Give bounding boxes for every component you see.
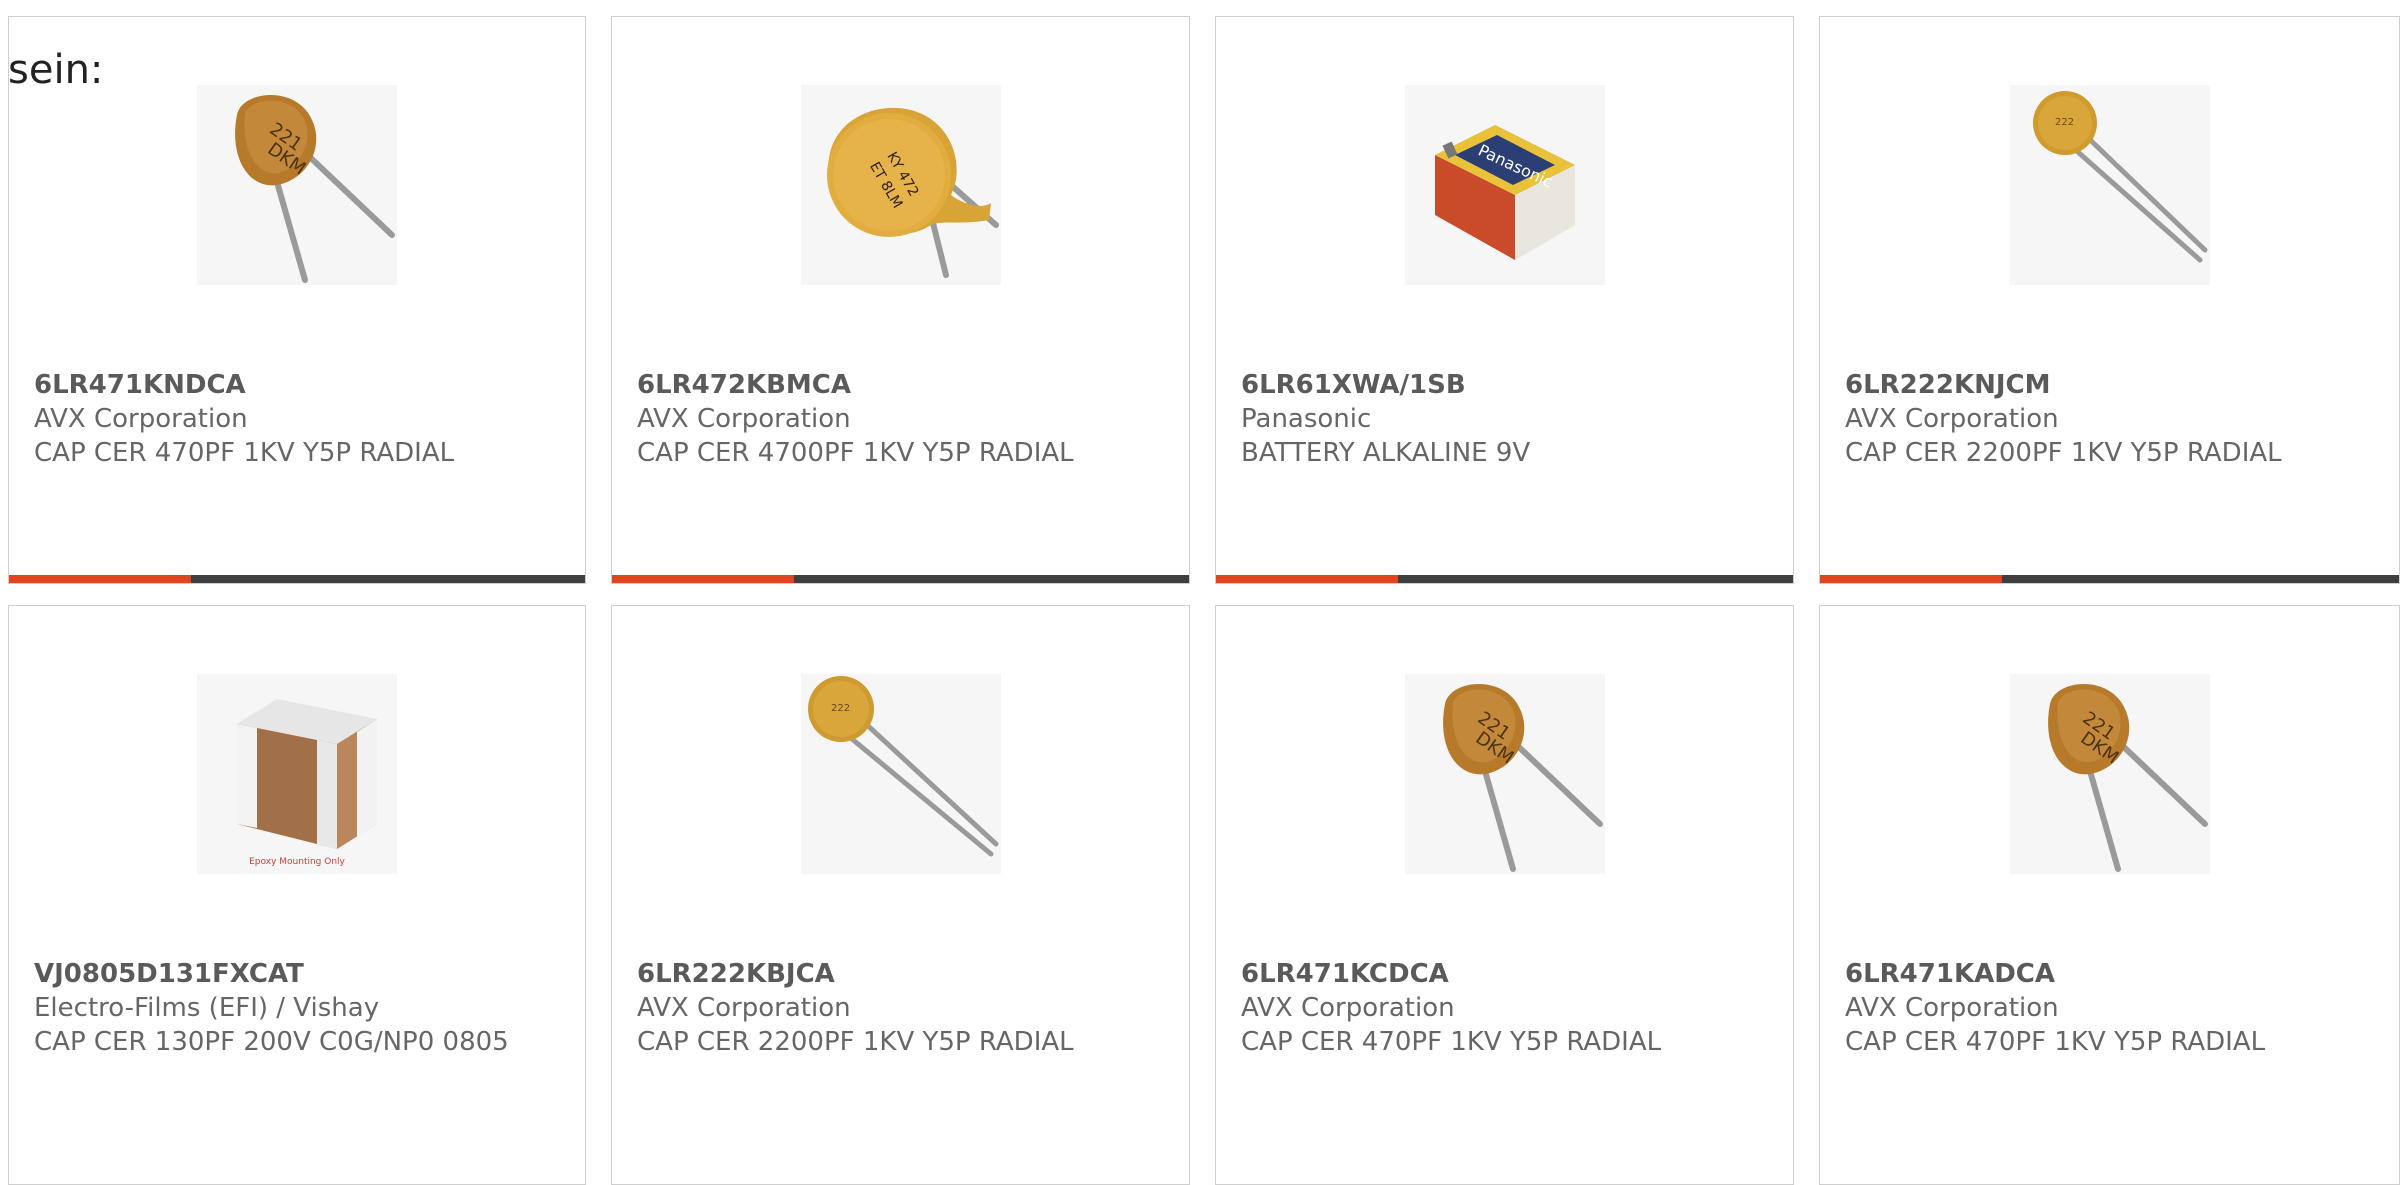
svg-text:222: 222 bbox=[2055, 117, 2074, 128]
manufacturer-name: Panasonic bbox=[1241, 404, 1372, 434]
card-accent-bar bbox=[1820, 575, 2399, 583]
product-info: 6LR61XWA/1SB Panasonic BATTERY ALKALINE … bbox=[1241, 368, 1773, 470]
manufacturer-name: Electro-Films (EFI) / Vishay bbox=[34, 993, 380, 1023]
card-accent-fill bbox=[1820, 575, 2002, 583]
product-info: 6LR472KBMCA AVX Corporation CAP CER 4700… bbox=[637, 368, 1169, 470]
product-info: 6LR222KBJCA AVX Corporation CAP CER 2200… bbox=[637, 957, 1169, 1059]
part-number-link[interactable]: 6LR471KCDCA bbox=[1241, 957, 1773, 991]
svg-text:222: 222 bbox=[831, 703, 850, 714]
disc-capacitor-image: 221 DKM bbox=[1404, 674, 1605, 874]
small-disc-capacitor-image: 222 bbox=[2009, 85, 2210, 285]
card-accent-bar bbox=[1216, 575, 1793, 583]
battery-9v-image: Panasonic bbox=[1404, 85, 1605, 285]
product-card[interactable]: Panasonic 6LR61XWA/1SB Panasonic BATTERY… bbox=[1215, 16, 1794, 584]
card-accent-fill bbox=[1216, 575, 1398, 583]
product-card[interactable]: KY 472 ET 8LM 6LR472KBMCA AVX Corporatio… bbox=[611, 16, 1190, 584]
product-card[interactable]: 221 DKM 6LR471KADCA AVX Corporation CAP … bbox=[1819, 605, 2400, 1185]
product-description: CAP CER 470PF 1KV Y5P RADIAL bbox=[1241, 1027, 1662, 1057]
manufacturer-name: AVX Corporation bbox=[34, 404, 248, 434]
product-card[interactable]: Epoxy Mounting Only VJ0805D131FXCAT Elec… bbox=[8, 605, 586, 1185]
product-description: CAP CER 2200PF 1KV Y5P RADIAL bbox=[1845, 438, 2282, 468]
card-accent-fill bbox=[9, 575, 191, 583]
part-number-link[interactable]: 6LR471KNDCA bbox=[34, 368, 565, 402]
product-info: 6LR471KADCA AVX Corporation CAP CER 470P… bbox=[1845, 957, 2379, 1059]
smd-capacitor-image: Epoxy Mounting Only bbox=[197, 674, 397, 874]
manufacturer-name: AVX Corporation bbox=[637, 993, 851, 1023]
card-accent-fill bbox=[612, 575, 794, 583]
product-info: VJ0805D131FXCAT Electro-Films (EFI) / Vi… bbox=[34, 957, 565, 1059]
product-description: CAP CER 2200PF 1KV Y5P RADIAL bbox=[637, 1027, 1074, 1057]
product-description: CAP CER 470PF 1KV Y5P RADIAL bbox=[34, 438, 455, 468]
product-card[interactable]: 222 6LR222KBJCA AVX Corporation CAP CER … bbox=[611, 605, 1190, 1185]
product-info: 6LR471KNDCA AVX Corporation CAP CER 470P… bbox=[34, 368, 565, 470]
product-info: 6LR471KCDCA AVX Corporation CAP CER 470P… bbox=[1241, 957, 1773, 1059]
manufacturer-name: AVX Corporation bbox=[1845, 404, 2059, 434]
product-card[interactable]: 221 DKM 6LR471KCDCA AVX Corporation CAP … bbox=[1215, 605, 1794, 1185]
product-card[interactable]: 221 DKM 6LR471KNDCA AVX Corporation CAP … bbox=[8, 16, 586, 584]
smd-marking-label: Epoxy Mounting Only bbox=[249, 857, 345, 867]
product-info: 6LR222KNJCM AVX Corporation CAP CER 2200… bbox=[1845, 368, 2379, 470]
manufacturer-name: AVX Corporation bbox=[1241, 993, 1455, 1023]
product-description: CAP CER 130PF 200V C0G/NP0 0805 bbox=[34, 1027, 509, 1057]
manufacturer-name: AVX Corporation bbox=[637, 404, 851, 434]
product-description: CAP CER 470PF 1KV Y5P RADIAL bbox=[1845, 1027, 2266, 1057]
card-accent-bar bbox=[612, 575, 1189, 583]
manufacturer-name: AVX Corporation bbox=[1845, 993, 2059, 1023]
product-description: CAP CER 4700PF 1KV Y5P RADIAL bbox=[637, 438, 1074, 468]
part-number-link[interactable]: VJ0805D131FXCAT bbox=[34, 957, 565, 991]
product-grid: 221 DKM 6LR471KNDCA AVX Corporation CAP … bbox=[0, 0, 2400, 1185]
card-accent-bar bbox=[9, 575, 585, 583]
disc-capacitor-image: 221 DKM bbox=[2009, 674, 2210, 874]
part-number-link[interactable]: 6LR222KBJCA bbox=[637, 957, 1169, 991]
product-description: BATTERY ALKALINE 9V bbox=[1241, 438, 1531, 468]
disc-capacitor-image: 221 DKM bbox=[197, 85, 397, 285]
small-disc-capacitor-image: 222 bbox=[800, 674, 1001, 874]
large-disc-capacitor-image: KY 472 ET 8LM bbox=[800, 85, 1001, 285]
part-number-link[interactable]: 6LR222KNJCM bbox=[1845, 368, 2379, 402]
intro-text: sein: bbox=[8, 47, 104, 93]
part-number-link[interactable]: 6LR472KBMCA bbox=[637, 368, 1169, 402]
product-card[interactable]: 222 6LR222KNJCM AVX Corporation CAP CER … bbox=[1819, 16, 2400, 584]
part-number-link[interactable]: 6LR61XWA/1SB bbox=[1241, 368, 1773, 402]
part-number-link[interactable]: 6LR471KADCA bbox=[1845, 957, 2379, 991]
